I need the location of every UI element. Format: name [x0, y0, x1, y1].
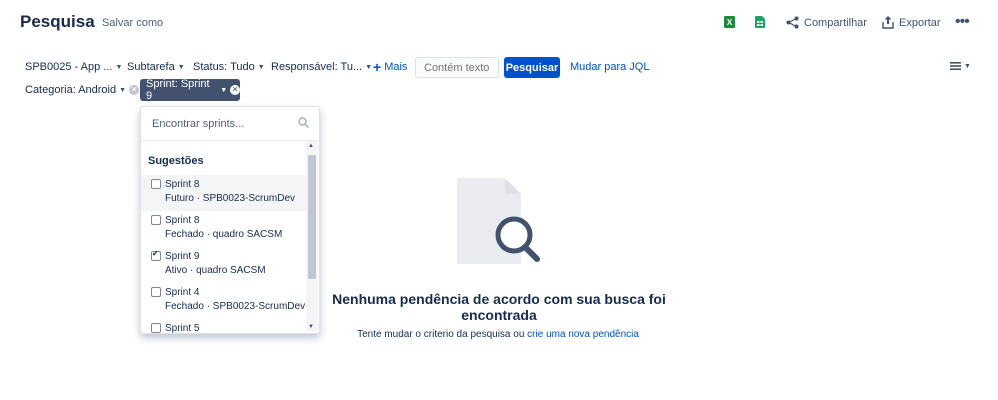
page-title: Pesquisa: [20, 12, 95, 31]
empty-state-subtitle: Tente mudar o criterio da pesquisa ou cr…: [330, 329, 666, 340]
share-icon: [786, 16, 799, 29]
project-filter[interactable]: SPB0025 - App ... ▼: [25, 61, 122, 73]
scroll-thumb[interactable]: [308, 155, 316, 279]
create-issue-link[interactable]: crie uma nova pendência: [527, 329, 639, 340]
plus-icon: +: [373, 58, 382, 75]
type-filter[interactable]: Subtarefa ▼: [127, 61, 185, 73]
chevron-down-icon: ▼: [220, 86, 228, 94]
save-as-link[interactable]: Salvar como: [102, 17, 163, 29]
sprint-option[interactable]: Sprint 4 Fechado · SPB0023-ScrumDev: [141, 283, 307, 319]
suggestions-heading: Sugestões: [148, 155, 204, 167]
layout-menu-button[interactable]: ▼: [950, 62, 971, 70]
sprint-filter[interactable]: Sprint: Sprint 9 ▼ ✕: [140, 78, 240, 102]
sprint-list: Sprint 8 Futuro · SPB0023-ScrumDev Sprin…: [141, 175, 307, 333]
sprint-checkbox[interactable]: [151, 215, 161, 225]
chevron-down-icon: ▼: [119, 86, 127, 94]
export-icon: [882, 16, 894, 29]
more-icon: •••: [955, 13, 970, 30]
chevron-down-icon: ▼: [365, 63, 373, 71]
status-filter-label: Status: Tudo: [193, 61, 255, 73]
sprint-search-input[interactable]: Encontrar sprints...: [152, 118, 244, 130]
category-filter[interactable]: Categoria: Android ▼ ✕: [25, 84, 140, 96]
sprint-option-name: Sprint 9: [165, 251, 200, 262]
sprint-option-desc: Ativo · quadro SACSM: [165, 265, 266, 276]
empty-state-title: Nenhuma pendência de acordo com sua busc…: [332, 291, 666, 323]
search-button[interactable]: Pesquisar: [504, 57, 560, 78]
share-button[interactable]: Compartilhar: [786, 16, 867, 29]
share-label: Compartilhar: [804, 16, 867, 29]
export-label: Exportar: [899, 16, 941, 29]
more-filters-button[interactable]: + Mais: [373, 58, 408, 75]
sprint-option-name: Sprint 8: [165, 179, 200, 190]
sprint-option[interactable]: Sprint 5: [141, 319, 307, 333]
chevron-down-icon: ▼: [964, 62, 971, 70]
sprint-option-desc: Futuro · SPB0023-ScrumDev: [165, 193, 296, 204]
category-filter-label: Categoria: Android: [25, 84, 117, 96]
switch-to-jql-link[interactable]: Mudar para JQL: [570, 61, 649, 73]
magnifier-document-icon: [457, 178, 540, 264]
sprint-checkbox[interactable]: [151, 179, 161, 189]
sprint-option-name: Sprint 8: [165, 215, 200, 226]
sprint-checkbox[interactable]: [151, 323, 161, 333]
svg-text:X: X: [727, 18, 733, 27]
export-sheets-button[interactable]: [755, 16, 765, 28]
chevron-down-icon: ▼: [257, 63, 265, 71]
sprint-option[interactable]: Sprint 8 Futuro · SPB0023-ScrumDev: [141, 175, 307, 211]
sprint-checkbox[interactable]: [151, 249, 161, 261]
sheets-icon: [755, 16, 765, 28]
assignee-filter-label: Responsável: Tu...: [271, 61, 363, 73]
scroll-down-icon[interactable]: ▼: [308, 324, 314, 330]
export-button[interactable]: Exportar: [882, 16, 941, 29]
sprint-option-desc: Fechado · quadro SACSM: [165, 229, 283, 240]
dropdown-scrollbar[interactable]: ▲ ▼: [306, 141, 318, 331]
sprint-search-field[interactable]: Encontrar sprints...: [141, 107, 319, 141]
excel-icon: X: [724, 16, 735, 28]
empty-state-subtitle-text: Tente mudar o criterio da pesquisa ou: [357, 329, 528, 340]
search-icon: [298, 117, 309, 128]
chevron-down-icon: ▼: [177, 63, 185, 71]
sprint-option-name: Sprint 4: [165, 287, 200, 298]
status-filter[interactable]: Status: Tudo ▼: [193, 61, 265, 73]
layout-menu-icon: [950, 62, 961, 70]
sprint-option-desc: Fechado · SPB0023-ScrumDev: [165, 301, 306, 312]
text-search-input[interactable]: [415, 57, 499, 78]
assignee-filter[interactable]: Responsável: Tu... ▼: [271, 61, 372, 73]
sprint-filter-label: Sprint: Sprint 9: [146, 78, 210, 102]
sprint-checkbox[interactable]: [151, 287, 161, 297]
chevron-down-icon: ▼: [115, 63, 123, 71]
sprint-option[interactable]: Sprint 9 Ativo · quadro SACSM: [141, 247, 307, 283]
project-filter-label: SPB0025 - App ...: [25, 61, 113, 73]
clear-icon[interactable]: ✕: [230, 85, 240, 95]
more-filters-label: Mais: [384, 61, 408, 73]
scroll-up-icon[interactable]: ▲: [308, 143, 314, 149]
clear-icon[interactable]: ✕: [129, 85, 140, 95]
sprint-dropdown: Encontrar sprints... Sugestões Sprint 8 …: [140, 106, 320, 334]
sprint-option[interactable]: Sprint 8 Fechado · quadro SACSM: [141, 211, 307, 247]
more-actions-button[interactable]: •••: [955, 13, 970, 31]
export-excel-button[interactable]: X: [724, 16, 735, 28]
sprint-option-name: Sprint 5: [165, 323, 200, 333]
type-filter-label: Subtarefa: [127, 61, 175, 73]
